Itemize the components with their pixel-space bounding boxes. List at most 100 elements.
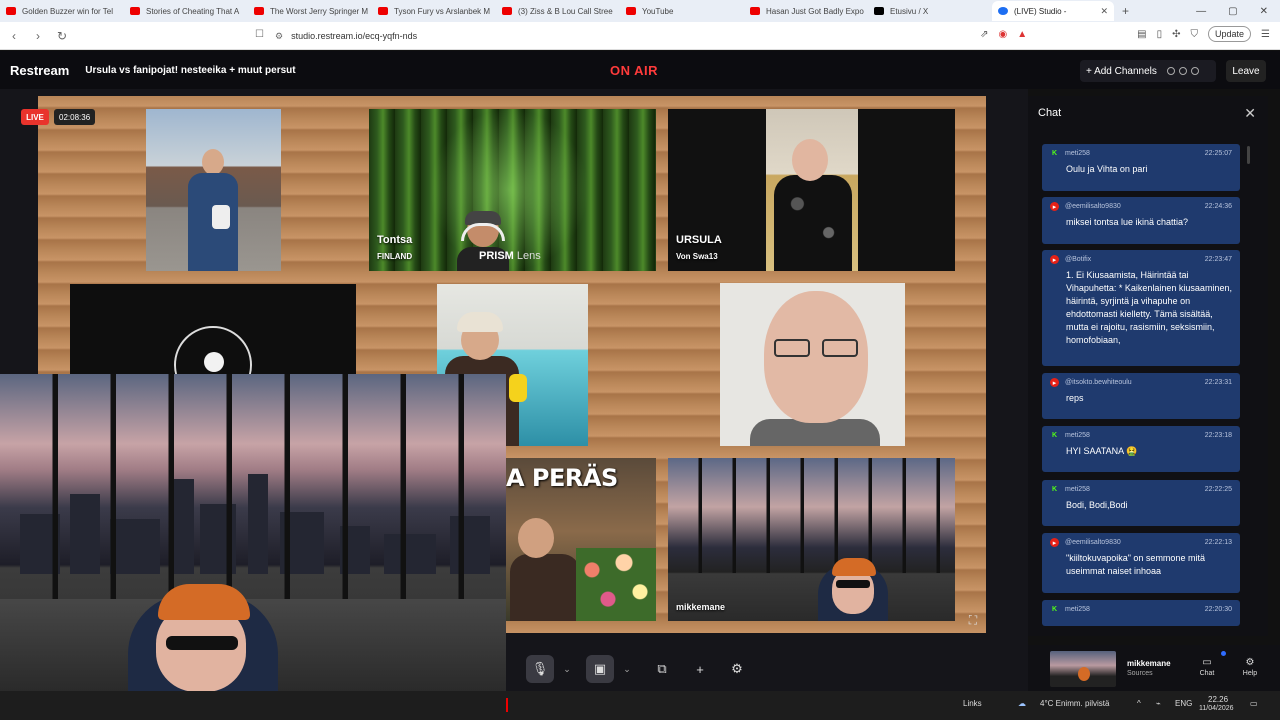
fullscreen-icon[interactable]: ⛶ — [966, 613, 980, 627]
restream-icon — [998, 7, 1008, 15]
language-indicator[interactable]: ENG — [1175, 699, 1192, 708]
close-chat-icon[interactable]: ✕ — [1244, 105, 1256, 122]
new-tab-button[interactable]: + — [1114, 4, 1137, 18]
tab-label: Stories of Cheating That A — [146, 6, 240, 16]
guest-video — [184, 149, 242, 271]
channel-icons — [1166, 67, 1199, 75]
update-button[interactable]: Update — [1208, 26, 1252, 42]
kick-icon: K — [1051, 486, 1058, 493]
menu-icon[interactable]: ☰ — [1261, 29, 1270, 40]
guest-tile-webcam[interactable] — [720, 283, 905, 446]
tray-chevron-icon[interactable]: ^ — [1137, 699, 1141, 708]
prism-watermark: PRISM Lens — [479, 250, 541, 262]
extension-icon[interactable]: ◉ — [999, 29, 1008, 40]
add-channels-button[interactable]: + Add Channels — [1080, 60, 1216, 82]
brand-logo[interactable]: Restream — [10, 63, 69, 78]
youtube-icon — [626, 7, 636, 15]
guest-video — [766, 109, 858, 271]
stream-timer: 02:08:36 — [54, 109, 96, 125]
bookmark-icon[interactable]: ☐ — [255, 29, 264, 40]
youtube-icon: ▸ — [1050, 255, 1059, 264]
active-app-indicator — [506, 698, 508, 712]
on-air-indicator: ON AIR — [610, 63, 659, 78]
youtube-icon — [378, 7, 388, 15]
maximize-button[interactable]: ▢ — [1228, 6, 1237, 17]
alert-icon[interactable]: ▲ — [1017, 29, 1027, 40]
camera-button[interactable]: ▣ — [586, 655, 614, 683]
os-taskbar: Links ☁ 4°C Enimm. pilvistä ^ ⌁ ENG 22.2… — [0, 691, 1280, 720]
browser-tab[interactable]: Golden Buzzer win for Tel — [0, 1, 124, 21]
leave-button[interactable]: Leave — [1226, 60, 1266, 82]
tab-label: Golden Buzzer win for Tel — [22, 6, 114, 16]
browser-tab[interactable]: (3) Ziss & B Lou Call Stree — [496, 1, 620, 21]
guest-tile-peras[interactable]: A PERÄS — [506, 458, 656, 621]
browser-tab[interactable]: Hasan Just Got Badly Expo — [744, 1, 868, 21]
browser-tab[interactable]: The Worst Jerry Springer M — [248, 1, 372, 21]
browser-tab[interactable]: Etusivu / X — [868, 1, 992, 21]
url-field[interactable]: ⚙ studio.restream.io/ecq-yqfn-nds — [275, 26, 995, 46]
host-tile[interactable] — [0, 374, 506, 692]
chat-title: Chat — [1038, 107, 1062, 119]
guest-tile-loading[interactable] — [70, 284, 356, 376]
microphone-icon: 🎙 — [531, 661, 549, 676]
links-toolbar[interactable]: Links — [963, 699, 982, 708]
tab-label: Etusivu / X — [890, 6, 929, 16]
youtube-icon — [502, 7, 512, 15]
share-screen-button[interactable]: ⧉ — [648, 655, 676, 683]
window-frames — [0, 374, 506, 599]
share-icon[interactable]: ⇗ — [980, 29, 988, 40]
chat-button[interactable]: ▭ Chat — [1192, 657, 1222, 677]
mic-options-chevron-icon[interactable]: ⌄ — [560, 655, 574, 683]
tab-label: (LIVE) Studio - — [1014, 6, 1067, 16]
browser-tab[interactable]: Stories of Cheating That A — [124, 1, 248, 21]
chat-panel: Chat ✕ Kmeti258 22:25:07 Oulu ja Vihta on… — [1028, 96, 1268, 636]
guest-subtitle: FINLAND — [377, 252, 413, 261]
extensions-icon[interactable]: ✣ — [1172, 29, 1180, 40]
browser-tab[interactable]: YouTube — [620, 1, 744, 21]
notifications-icon[interactable]: ▭ — [1250, 699, 1258, 708]
minimize-button[interactable]: — — [1196, 6, 1206, 17]
guest-name: mikkemane — [676, 602, 726, 612]
guest-video — [457, 211, 509, 271]
youtube-icon: ▸ — [1050, 378, 1059, 387]
add-button[interactable]: + — [686, 655, 714, 683]
browser-tab-active[interactable]: (LIVE) Studio - ✕ — [992, 1, 1114, 21]
reload-icon[interactable]: ↻ — [52, 29, 72, 43]
back-icon[interactable]: ‹ — [4, 29, 24, 43]
close-tab-icon[interactable]: ✕ — [1100, 6, 1108, 17]
clock-time[interactable]: 22.26 — [1208, 695, 1228, 704]
chat-scrollbar[interactable] — [1247, 146, 1250, 164]
forward-icon[interactable]: › — [28, 29, 48, 43]
site-info-icon[interactable]: ⚙ — [275, 31, 283, 42]
plus-icon: + — [696, 661, 704, 677]
live-badge: LIVE — [21, 109, 49, 125]
settings-button[interactable]: ⚙ — [723, 655, 751, 683]
guest-tile-street[interactable] — [146, 109, 281, 271]
youtube-icon — [6, 7, 16, 15]
sidebar-icon[interactable]: ▯ — [1157, 29, 1163, 40]
tab-label: Hasan Just Got Badly Expo — [766, 6, 864, 16]
camera-options-chevron-icon[interactable]: ⌄ — [620, 655, 634, 683]
source-subtitle: Sources — [1127, 670, 1153, 677]
guest-tile-mikkemane[interactable]: mikkemane — [668, 458, 955, 621]
shield-icon[interactable]: ⛉ — [1191, 29, 1199, 40]
youtube-icon: ▸ — [1050, 202, 1059, 211]
browser-tab[interactable]: Tyson Fury vs Arslanbek M — [372, 1, 496, 21]
weather-icon: ☁ — [1018, 699, 1026, 708]
youtube-icon — [254, 7, 264, 15]
network-icon[interactable]: ⌁ — [1156, 699, 1161, 708]
guest-tile-ursula[interactable]: URSULA Von Swa13 — [668, 109, 955, 271]
reader-icon[interactable]: ▤ — [1137, 29, 1146, 40]
help-button[interactable]: ⚙ Help — [1235, 657, 1265, 677]
close-window-button[interactable]: ✕ — [1260, 6, 1268, 17]
source-thumbnail[interactable] — [1050, 651, 1116, 687]
clock-date[interactable]: 11/04/2026 — [1199, 705, 1234, 712]
microphone-button[interactable]: 🎙 — [526, 655, 554, 683]
tab-label: Tyson Fury vs Arslanbek M — [394, 6, 491, 16]
weather-text[interactable]: 4°C Enimm. pilvistä — [1040, 699, 1109, 708]
guest-name: URSULA — [676, 234, 722, 246]
loading-spinner — [174, 326, 252, 376]
stream-title[interactable]: Ursula vs fanipojat! nesteeika + muut pe… — [85, 65, 295, 76]
source-name: mikkemane — [1127, 659, 1171, 668]
guest-tile-tontsa[interactable]: Tontsa FINLAND PRISM Lens — [369, 109, 656, 271]
